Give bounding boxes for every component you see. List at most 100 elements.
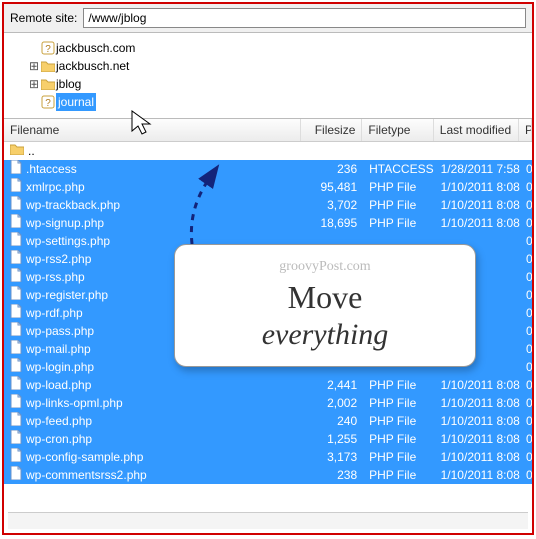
file-icon [10, 358, 22, 376]
column-permissions[interactable]: Pe [519, 119, 532, 141]
file-type-cell: PHP File [363, 196, 434, 214]
file-icon [10, 214, 22, 232]
file-modified-cell: 1/28/2011 7:58:… [435, 160, 520, 178]
file-row[interactable]: wp-feed.php240PHP File1/10/2011 8:08:…06 [4, 412, 532, 430]
file-row[interactable]: wp-config-sample.php3,173PHP File1/10/20… [4, 448, 532, 466]
file-row[interactable]: wp-signup.php 18,695PHP File1/10/2011 8:0… [4, 214, 532, 232]
file-row[interactable]: wp-cron.php1,255PHP File1/10/2011 8:08:…… [4, 430, 532, 448]
file-icon [10, 448, 22, 466]
file-icon [10, 196, 22, 214]
tree-node-label: jblog [56, 75, 81, 93]
file-name-cell: wp-links-opml.php [4, 394, 302, 412]
file-modified-cell: 1/10/2011 8:08:… [435, 214, 520, 232]
tree-node-jackbusch.com[interactable]: ?jackbusch.com [12, 39, 524, 57]
file-permissions-cell: 06 [520, 376, 532, 394]
file-modified-cell: 1/10/2011 8:08:… [435, 448, 520, 466]
file-permissions-cell: 06 [520, 358, 532, 376]
file-name-cell: wp-signup.php [4, 214, 302, 232]
file-name: wp-load.php [26, 376, 91, 394]
file-permissions-cell: 06 [520, 466, 532, 484]
file-name: wp-rdf.php [26, 304, 83, 322]
column-filesize[interactable]: Filesize [301, 119, 362, 141]
file-name: wp-config-sample.php [26, 448, 143, 466]
file-size-cell: 18,695 [302, 214, 364, 232]
tree-node-journal[interactable]: ?journal [12, 93, 524, 111]
file-permissions-cell: 06 [520, 448, 532, 466]
remote-path-input[interactable] [83, 8, 526, 28]
file-name: wp-rss.php [26, 268, 85, 286]
scrollbar-bottom[interactable] [8, 512, 528, 529]
file-name-cell: wp-config-sample.php [4, 448, 302, 466]
remote-site-label: Remote site: [10, 11, 77, 25]
column-filename[interactable]: Filename [4, 119, 301, 141]
tree-node-label: jackbusch.com [56, 39, 135, 57]
file-size-cell: 238 [302, 466, 364, 484]
parent-dir-row[interactable]: .. [4, 142, 532, 160]
file-modified-cell: 1/10/2011 8:08:… [435, 412, 520, 430]
file-modified-cell: 1/10/2011 8:08:… [435, 178, 520, 196]
file-size-cell: 1,255 [302, 430, 364, 448]
file-permissions-cell: 06 [520, 412, 532, 430]
remote-site-bar: Remote site: [4, 4, 532, 33]
file-row[interactable]: wp-links-opml.php2,002PHP File1/10/2011 … [4, 394, 532, 412]
watermark-text: groovyPost.com [195, 259, 455, 275]
file-icon [10, 160, 22, 178]
file-type-cell: PHP File [363, 178, 434, 196]
file-permissions-cell: 06 [520, 196, 532, 214]
file-name-cell: wp-commentsrss2.php [4, 466, 302, 484]
file-name-cell: wp-trackback.php [4, 196, 302, 214]
file-icon [10, 394, 22, 412]
file-name: wp-trackback.php [26, 196, 120, 214]
file-name-cell: wp-load.php [4, 376, 302, 394]
file-permissions-cell: 06 [520, 178, 532, 196]
tree-node-jackbusch.net[interactable]: ⊞ jackbusch.net [12, 57, 524, 75]
file-icon [10, 466, 22, 484]
file-name: .htaccess [26, 160, 77, 178]
remote-folder-tree[interactable]: ?jackbusch.com⊞jackbusch.net⊞jblog?journ… [4, 33, 532, 119]
file-permissions-cell: 06 [520, 268, 532, 286]
file-icon [10, 286, 22, 304]
file-row[interactable]: wp-load.php2,441PHP File1/10/2011 8:08:…… [4, 376, 532, 394]
file-size-cell: 2,441 [302, 376, 364, 394]
file-modified-cell: 1/10/2011 8:08:… [435, 196, 520, 214]
file-type-cell: PHP File [363, 214, 434, 232]
folder-up-icon [10, 142, 24, 160]
unknown-folder-icon: ? [40, 95, 56, 109]
file-size-cell: 95,481 [302, 178, 364, 196]
file-type-cell: PHP File [363, 466, 434, 484]
file-name: wp-settings.php [26, 232, 110, 250]
file-icon [10, 250, 22, 268]
file-list-header[interactable]: Filename Filesize Filetype Last modified… [4, 119, 532, 142]
tree-node-label: jackbusch.net [56, 57, 129, 75]
file-row[interactable]: wp-commentsrss2.php238PHP File1/10/2011 … [4, 466, 532, 484]
file-row[interactable]: xmlrpc.php95,481PHP File1/10/2011 8:08:…… [4, 178, 532, 196]
folder-icon [40, 78, 56, 90]
file-name: wp-rss2.php [26, 250, 91, 268]
file-name: wp-register.php [26, 286, 108, 304]
file-name: wp-signup.php [26, 214, 104, 232]
file-permissions-cell: 06 [520, 286, 532, 304]
file-name-cell: wp-feed.php [4, 412, 302, 430]
file-row[interactable]: wp-trackback.php3,702PHP File1/10/2011 8… [4, 196, 532, 214]
file-size-cell: 240 [302, 412, 364, 430]
file-name: wp-commentsrss2.php [26, 466, 147, 484]
file-type-cell: PHP File [363, 448, 434, 466]
file-permissions-cell: 06 [520, 430, 532, 448]
file-icon [10, 412, 22, 430]
column-last-modified[interactable]: Last modified [434, 119, 519, 141]
expander-plus-icon[interactable]: ⊞ [28, 75, 40, 93]
file-type-cell: PHP File [363, 412, 434, 430]
tree-node-jblog[interactable]: ⊞ jblog [12, 75, 524, 93]
file-name: wp-links-opml.php [26, 394, 123, 412]
file-permissions-cell: 06 [520, 250, 532, 268]
file-row[interactable]: .htaccess 236HTACCESS…1/28/2011 7:58:…06 [4, 160, 532, 178]
column-filetype[interactable]: Filetype [362, 119, 433, 141]
file-icon [10, 178, 22, 196]
file-type-cell: HTACCESS… [363, 160, 434, 178]
file-size-cell: 236 [302, 160, 364, 178]
expander-plus-icon[interactable]: ⊞ [28, 57, 40, 75]
file-modified-cell: 1/10/2011 8:08:… [435, 376, 520, 394]
callout-line-2: everything [195, 318, 455, 352]
file-icon [10, 340, 22, 358]
file-permissions-cell: 06 [520, 160, 532, 178]
